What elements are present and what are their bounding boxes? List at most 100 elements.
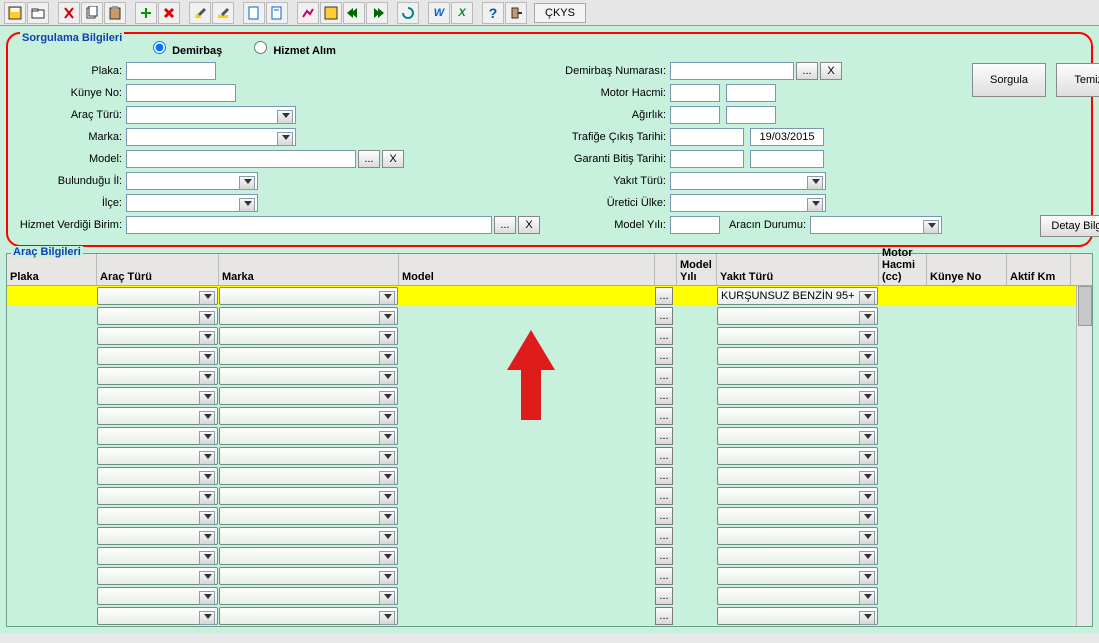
row-model-lookup[interactable]: ... xyxy=(655,407,673,425)
row-marka-combo[interactable] xyxy=(219,607,398,625)
radio-hizmet[interactable]: Hizmet Alım xyxy=(249,45,336,57)
table-row[interactable]: ... xyxy=(7,446,1092,466)
uretici-combo[interactable] xyxy=(670,194,826,212)
paste-icon[interactable] xyxy=(104,2,126,24)
row-yakit-combo[interactable] xyxy=(717,547,878,565)
col-modelyili[interactable]: Model Yılı xyxy=(677,254,717,285)
chart-icon[interactable] xyxy=(297,2,319,24)
motorhacmi-to-input[interactable] xyxy=(726,84,776,102)
trafige-from-input[interactable] xyxy=(670,128,744,146)
row-marka-combo[interactable] xyxy=(219,507,398,525)
table-row[interactable]: ... xyxy=(7,326,1092,346)
row-model-lookup[interactable]: ... xyxy=(655,327,673,345)
row-yakit-combo[interactable]: KURŞUNSUZ BENZİN 95+ xyxy=(717,287,878,305)
row-marka-combo[interactable] xyxy=(219,447,398,465)
garanti-from-input[interactable] xyxy=(670,150,744,168)
row-yakit-combo[interactable] xyxy=(717,527,878,545)
row-model-lookup[interactable]: ... xyxy=(655,567,673,585)
row-yakit-combo[interactable] xyxy=(717,487,878,505)
demirbasno-clear-button[interactable]: X xyxy=(820,62,842,80)
doc1-icon[interactable] xyxy=(243,2,265,24)
table-row[interactable]: ... xyxy=(7,486,1092,506)
aracturu-combo[interactable] xyxy=(126,106,296,124)
plaka-input[interactable] xyxy=(126,62,216,80)
row-yakit-combo[interactable] xyxy=(717,427,878,445)
row-model-lookup[interactable]: ... xyxy=(655,367,673,385)
birim-lookup-button[interactable]: ... xyxy=(494,216,516,234)
cut-icon[interactable] xyxy=(58,2,80,24)
row-yakit-combo[interactable] xyxy=(717,367,878,385)
row-marka-combo[interactable] xyxy=(219,467,398,485)
row-yakit-combo[interactable] xyxy=(717,447,878,465)
garanti-to-input[interactable] xyxy=(750,150,824,168)
row-arac-combo[interactable] xyxy=(97,467,218,485)
add-icon[interactable] xyxy=(135,2,157,24)
row-yakit-combo[interactable] xyxy=(717,327,878,345)
row-model-lookup[interactable]: ... xyxy=(655,487,673,505)
row-arac-combo[interactable] xyxy=(97,587,218,605)
row-arac-combo[interactable] xyxy=(97,287,218,305)
table-row[interactable]: ...KURŞUNSUZ BENZİN 95+ xyxy=(7,286,1092,306)
trafige-to-input[interactable] xyxy=(750,128,824,146)
birim-clear-button[interactable]: X xyxy=(518,216,540,234)
help-icon[interactable]: ? xyxy=(482,2,504,24)
open-icon[interactable] xyxy=(27,2,49,24)
row-model-lookup[interactable]: ... xyxy=(655,387,673,405)
row-marka-combo[interactable] xyxy=(219,527,398,545)
row-marka-combo[interactable] xyxy=(219,287,398,305)
x-icon[interactable]: X xyxy=(451,2,473,24)
row-marka-combo[interactable] xyxy=(219,347,398,365)
next-icon[interactable] xyxy=(366,2,388,24)
save2-icon[interactable] xyxy=(320,2,342,24)
row-yakit-combo[interactable] xyxy=(717,607,878,625)
row-model-lookup[interactable]: ... xyxy=(655,467,673,485)
row-arac-combo[interactable] xyxy=(97,567,218,585)
col-aktif[interactable]: Aktif Km xyxy=(1007,254,1071,285)
table-row[interactable]: ... xyxy=(7,346,1092,366)
row-model-lookup[interactable]: ... xyxy=(655,547,673,565)
durum-combo[interactable] xyxy=(810,216,942,234)
row-yakit-combo[interactable] xyxy=(717,387,878,405)
table-row[interactable]: ... xyxy=(7,586,1092,606)
table-row[interactable]: ... xyxy=(7,506,1092,526)
delete-icon[interactable] xyxy=(158,2,180,24)
row-marka-combo[interactable] xyxy=(219,407,398,425)
model-lookup-button[interactable]: ... xyxy=(358,150,380,168)
edit-icon[interactable] xyxy=(189,2,211,24)
row-marka-combo[interactable] xyxy=(219,567,398,585)
w-icon[interactable]: W xyxy=(428,2,450,24)
row-yakit-combo[interactable] xyxy=(717,307,878,325)
demirbasno-input[interactable] xyxy=(670,62,794,80)
col-plaka[interactable]: Plaka xyxy=(7,254,97,285)
row-marka-combo[interactable] xyxy=(219,587,398,605)
demirbasno-lookup-button[interactable]: ... xyxy=(796,62,818,80)
table-row[interactable]: ... xyxy=(7,546,1092,566)
row-marka-combo[interactable] xyxy=(219,307,398,325)
row-model-lookup[interactable]: ... xyxy=(655,507,673,525)
row-arac-combo[interactable] xyxy=(97,387,218,405)
agirlik-to-input[interactable] xyxy=(726,106,776,124)
row-arac-combo[interactable] xyxy=(97,547,218,565)
row-model-lookup[interactable]: ... xyxy=(655,527,673,545)
agirlik-from-input[interactable] xyxy=(670,106,720,124)
kunye-input[interactable] xyxy=(126,84,236,102)
model-input[interactable] xyxy=(126,150,356,168)
row-arac-combo[interactable] xyxy=(97,367,218,385)
refresh-icon[interactable] xyxy=(397,2,419,24)
row-marka-combo[interactable] xyxy=(219,547,398,565)
ckys-button[interactable]: ÇKYS xyxy=(534,3,586,23)
edit2-icon[interactable] xyxy=(212,2,234,24)
row-arac-combo[interactable] xyxy=(97,487,218,505)
birim-input[interactable] xyxy=(126,216,492,234)
copy-icon[interactable] xyxy=(81,2,103,24)
row-marka-combo[interactable] xyxy=(219,327,398,345)
row-model-lookup[interactable]: ... xyxy=(655,347,673,365)
col-motor[interactable]: Motor Hacmi (cc) xyxy=(879,254,927,285)
row-arac-combo[interactable] xyxy=(97,607,218,625)
row-arac-combo[interactable] xyxy=(97,527,218,545)
col-yakit[interactable]: Yakıt Türü xyxy=(717,254,879,285)
il-combo[interactable] xyxy=(126,172,258,190)
table-row[interactable]: ... xyxy=(7,606,1092,626)
row-arac-combo[interactable] xyxy=(97,407,218,425)
row-arac-combo[interactable] xyxy=(97,347,218,365)
